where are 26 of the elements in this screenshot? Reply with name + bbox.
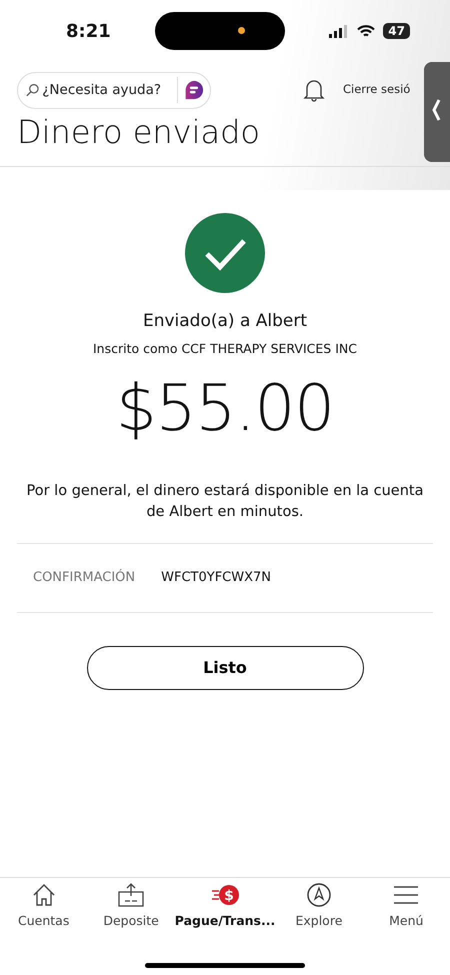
notification-bell-icon[interactable] [303,78,325,102]
tab-bar-item[interactable]: $ Pague/Trans... [174,882,276,963]
signal-icon [329,24,350,38]
done-button[interactable]: Listo [86,646,364,690]
battery-indicator: 47 [383,23,410,39]
success-check-icon [185,212,265,293]
tab-bar-item[interactable]: Cuentas [0,882,88,963]
tab-bar-item[interactable]: Deposite [87,882,175,963]
search-bar[interactable]: ¿Necesita ayuda? [17,72,211,108]
availability-text: Por lo general, el dinero estará disponible en la cuenta de Albert en minutos. [26,482,424,522]
recipient-text: Enviado(a) a Albert [142,310,308,333]
page-title: Dinero enviado [16,112,261,153]
tab-bar-item[interactable]: Explore [275,882,363,963]
confirmation-label: CONFIRMACIÓN [33,568,136,588]
chat-logo-icon[interactable] [184,78,204,102]
clock-text: 8:21 [66,20,111,44]
enrolled-text: Inscrito como CCF THERAPY SERVICES INC [92,340,358,358]
tab-bar-item[interactable]: Menú [362,882,450,963]
confirmation-code: WFCT0YFCWX7N [161,569,272,588]
wifi-icon [357,24,376,38]
deposit-icon [117,882,146,908]
compass-icon [304,882,333,908]
search-icon [26,82,40,98]
amount-text: $55.00 [115,370,335,448]
logout-link[interactable]: Cierre sesió [343,81,410,99]
search-field[interactable]: ¿Necesita ayuda? [39,80,172,100]
